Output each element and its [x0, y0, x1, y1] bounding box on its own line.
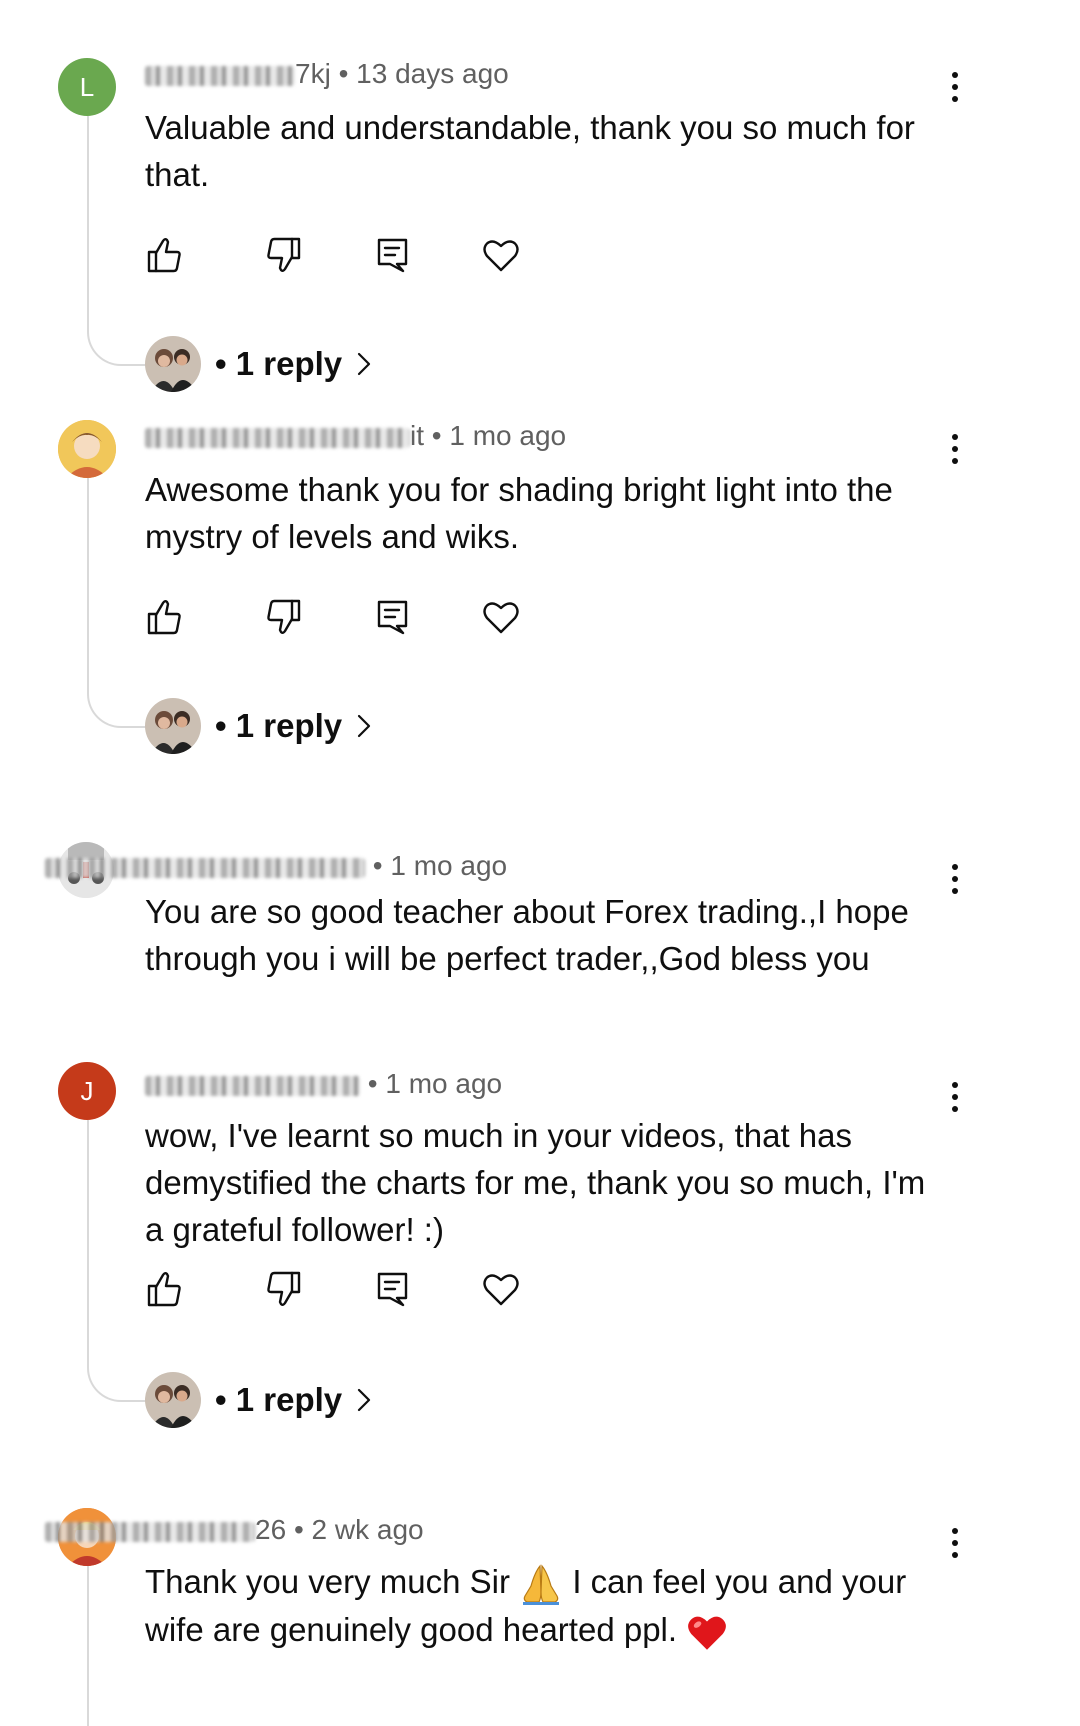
author-name-suffix[interactable]: it [410, 420, 424, 451]
heart-button[interactable] [476, 230, 526, 280]
author-name-redacted[interactable] [145, 1075, 360, 1096]
reply-count[interactable]: • 1 reply [215, 707, 342, 745]
comment-meta: 7kj • 13 days ago [145, 58, 509, 90]
reply-button[interactable] [368, 230, 418, 280]
creator-avatar [145, 336, 201, 392]
chevron-right-icon [358, 1388, 371, 1412]
heart-icon [483, 602, 519, 634]
author-name-redacted[interactable] [145, 427, 410, 448]
like-button[interactable] [140, 592, 190, 642]
more-vert-icon[interactable] [944, 862, 966, 902]
author-avatar[interactable]: L [58, 58, 116, 116]
pray-emoji [523, 1564, 560, 1606]
comment-meta: 26 • 2 wk ago [45, 1514, 424, 1546]
meta-separator: • [367, 1068, 378, 1099]
comment-text-part1: Thank you very much Sir [145, 1563, 510, 1600]
reply-button[interactable] [368, 1264, 418, 1314]
more-vert-icon[interactable] [944, 70, 966, 110]
reply-icon [377, 238, 408, 273]
author-name-suffix[interactable]: 26 [255, 1514, 286, 1545]
comment-time: 2 wk ago [311, 1514, 424, 1545]
heart-button[interactable] [476, 1264, 526, 1314]
more-vert-icon[interactable] [944, 432, 966, 472]
comment-time: 1 mo ago [449, 420, 567, 451]
author-name-redacted[interactable] [45, 857, 365, 878]
comment-text: Valuable and understandable, thank you s… [145, 109, 915, 193]
red-heart-emoji [688, 1616, 727, 1650]
author-avatar[interactable]: J [58, 1062, 116, 1120]
meta-separator: • [293, 1514, 304, 1545]
dislike-button[interactable] [258, 592, 308, 642]
comment-meta: • 1 mo ago [145, 1068, 502, 1100]
dislike-button[interactable] [258, 1264, 308, 1314]
heart-icon [483, 240, 519, 272]
like-button[interactable] [140, 230, 190, 280]
author-avatar[interactable] [58, 420, 116, 478]
comment-text: You are so good teacher about Forex trad… [145, 893, 909, 977]
more-vert-icon[interactable] [944, 1526, 966, 1566]
comment-time: 1 mo ago [390, 850, 508, 881]
reply-icon [377, 1272, 408, 1307]
heart-icon [483, 1274, 519, 1306]
comment-text: Thank you very much Sir I can feel you a… [145, 1558, 945, 1654]
view-replies[interactable]: • 1 reply [145, 1370, 372, 1430]
more-vert-icon[interactable] [944, 1080, 966, 1120]
meta-separator: • [431, 420, 442, 451]
comment-text: Awesome thank you for shading bright lig… [145, 471, 893, 555]
heart-button[interactable] [476, 592, 526, 642]
reply-count[interactable]: • 1 reply [215, 1381, 342, 1419]
comment-actions [140, 1264, 560, 1314]
creator-avatar [145, 698, 201, 754]
like-icon [147, 1272, 181, 1307]
comment-actions [140, 230, 560, 280]
like-icon [147, 238, 181, 273]
avatar-letter: L [79, 71, 95, 102]
like-button[interactable] [140, 1264, 190, 1314]
reply-icon [377, 600, 408, 635]
comment-meta: • 1 mo ago [45, 850, 507, 882]
dislike-icon [267, 1271, 301, 1306]
comment-time: 13 days ago [356, 58, 509, 89]
chevron-right-icon [358, 352, 371, 376]
comment-meta: it • 1 mo ago [145, 420, 566, 452]
comment-text: wow, I've learnt so much in your videos,… [145, 1117, 926, 1248]
view-replies[interactable]: • 1 reply [145, 696, 372, 756]
thread-line [87, 1566, 89, 1726]
author-name-suffix[interactable]: 7kj [295, 58, 331, 89]
meta-separator: • [338, 58, 349, 89]
chevron-right-icon [358, 714, 371, 738]
thread-line [87, 1120, 149, 1402]
dislike-icon [267, 237, 301, 272]
author-name-redacted[interactable] [145, 65, 295, 86]
reply-count[interactable]: • 1 reply [215, 345, 342, 383]
dislike-button[interactable] [258, 230, 308, 280]
reply-button[interactable] [368, 592, 418, 642]
dislike-icon [267, 599, 301, 634]
view-replies[interactable]: • 1 reply [145, 334, 372, 394]
avatar-letter: J [80, 1075, 94, 1106]
meta-separator: • [372, 850, 383, 881]
comment-actions [140, 592, 560, 642]
creator-avatar [145, 1372, 201, 1428]
comment-time: 1 mo ago [385, 1068, 503, 1099]
like-icon [147, 600, 181, 635]
author-name-redacted[interactable] [45, 1521, 255, 1542]
